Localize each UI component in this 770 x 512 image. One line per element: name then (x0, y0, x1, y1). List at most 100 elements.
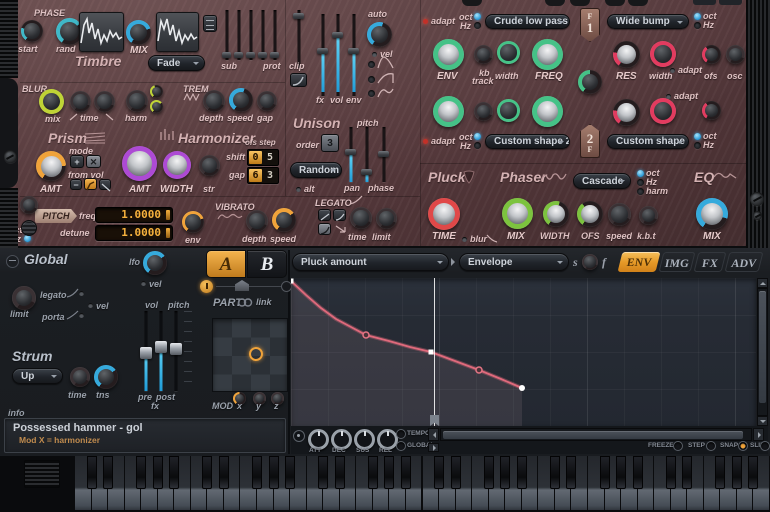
phase-start-knob[interactable] (21, 20, 43, 42)
part-b-button[interactable]: B (247, 250, 287, 278)
filter1-kbtrack-knob[interactable] (474, 45, 493, 64)
global-checkbox[interactable] (396, 441, 406, 451)
piano-black-key[interactable] (484, 456, 494, 489)
tempo-checkbox[interactable] (396, 429, 406, 439)
bezel-ribbed-button[interactable] (21, 220, 37, 236)
piano-black-key[interactable] (219, 456, 229, 489)
piano-black-key[interactable] (517, 456, 527, 489)
sub-slider-3[interactable] (246, 10, 255, 60)
piano-black-key[interactable] (269, 456, 279, 489)
legato-mode-button-1[interactable] (318, 209, 331, 221)
limit-knob[interactable] (12, 286, 36, 310)
global-vel-led[interactable] (88, 303, 93, 308)
harmonizer-str-knob[interactable] (199, 155, 220, 176)
filter1-adapt-led[interactable] (423, 19, 428, 24)
timbre-waveform-display-1[interactable] (79, 12, 124, 52)
tab-adv[interactable]: ADV (725, 252, 764, 272)
piano-black-key[interactable] (318, 456, 328, 489)
clip-slider[interactable] (293, 10, 304, 68)
harmonizer-shift-display[interactable]: 0 5 (247, 149, 279, 166)
piano-black-key[interactable] (715, 456, 725, 489)
phaser-kbt-knob[interactable] (639, 206, 658, 225)
filter1-width-b-knob[interactable] (650, 41, 676, 67)
slide-checkbox[interactable] (760, 441, 770, 451)
piano-black-key[interactable] (633, 456, 643, 489)
filter1-width-knob[interactable] (497, 41, 520, 64)
smooth-knob[interactable] (582, 254, 598, 270)
piano-black-key[interactable] (368, 456, 378, 489)
editor-view-dropdown[interactable]: Envelope (459, 253, 569, 271)
filter1-shape-b-dropdown[interactable]: Wide bump (607, 14, 689, 29)
filter2-hz-b-radio[interactable] (694, 142, 701, 149)
envelope-enable-led[interactable] (293, 430, 305, 442)
piano-black-key[interactable] (566, 456, 576, 489)
phaser-width-knob[interactable] (543, 201, 569, 227)
filter1-hz-radio[interactable] (474, 22, 481, 29)
filter2-shape-b-dropdown[interactable]: Custom shape 2 (607, 134, 689, 149)
env-slider[interactable] (348, 14, 359, 96)
bezel-omega-knob[interactable] (20, 196, 38, 214)
auto-knob[interactable] (367, 22, 392, 47)
porta-led[interactable] (79, 313, 84, 318)
vel-curve-radio-3[interactable] (368, 90, 375, 97)
eq-mix-knob[interactable] (696, 198, 728, 230)
mod-xy-pad[interactable] (212, 318, 288, 392)
filter2-ofs-knob[interactable] (702, 101, 721, 120)
graph-vscrollbar[interactable] (757, 288, 768, 416)
filter2-env-knob[interactable] (433, 96, 464, 127)
filter1-freq-knob[interactable] (532, 39, 563, 70)
blur-harm-knob[interactable] (126, 90, 148, 112)
filter1-oct-radio[interactable] (474, 13, 481, 20)
graph-hscrollbar[interactable] (440, 428, 752, 441)
phaser-hz-radio[interactable] (637, 179, 644, 186)
piano-black-key[interactable] (136, 456, 146, 489)
legato-limit-knob[interactable] (376, 208, 397, 229)
piano-black-key[interactable] (748, 456, 758, 489)
piano-black-key[interactable] (500, 456, 510, 489)
tab-img[interactable]: IMG (659, 252, 696, 272)
post-fx-volume-slider[interactable] (155, 311, 167, 391)
unison-mode-dropdown[interactable]: Random (290, 162, 342, 178)
envelope-curve[interactable] (291, 278, 756, 426)
sub-slider-1[interactable] (222, 10, 231, 60)
timbre-waveform-display-2[interactable] (156, 12, 199, 52)
fx-slider[interactable] (317, 14, 328, 96)
sub-slider-4[interactable] (258, 10, 267, 60)
piano-black-key[interactable] (285, 456, 295, 489)
pluck-time-knob[interactable] (428, 198, 460, 230)
piano-black-key[interactable] (451, 456, 461, 489)
envelope-point[interactable] (519, 385, 525, 391)
lfo-knob[interactable] (143, 251, 167, 275)
filter1-hz-b-radio[interactable] (694, 22, 701, 29)
vibrato-depth-knob[interactable] (246, 210, 268, 232)
strum-time-knob[interactable] (70, 367, 90, 387)
vel-curve-radio-2[interactable] (368, 76, 375, 83)
phaser-mode-dropdown[interactable]: Cascade (573, 173, 631, 189)
filter2-oct-radio[interactable] (474, 133, 481, 140)
piano-black-key[interactable] (252, 456, 262, 489)
filter2-freq-knob[interactable] (532, 96, 563, 127)
prot-slider[interactable] (270, 10, 279, 60)
filter2-hz-radio[interactable] (474, 142, 481, 149)
piano-black-key[interactable] (682, 456, 692, 489)
filter1-shape-a-dropdown[interactable]: Crude low pass (485, 14, 570, 29)
prism-mode-x-button[interactable]: ✕ (86, 155, 101, 168)
filter1-res-knob[interactable] (613, 41, 640, 68)
phaser-speed-knob[interactable] (608, 203, 631, 226)
piano-black-key[interactable] (666, 456, 676, 489)
part-power-button[interactable] (200, 280, 213, 293)
piano-black-key[interactable] (103, 456, 113, 489)
piano-black-key[interactable] (616, 456, 626, 489)
piano-keyboard[interactable] (75, 456, 770, 510)
filter2-shape-a-dropdown[interactable]: Custom shape 2 (485, 134, 570, 149)
phaser-harm-radio[interactable] (637, 188, 644, 195)
strum-tns-knob[interactable] (94, 365, 118, 389)
pitch-ribbon[interactable] (24, 460, 60, 488)
filter1-osc-knob[interactable] (726, 45, 745, 64)
pitch-hz-radio[interactable] (24, 235, 31, 242)
filter2-adapt-b-led[interactable] (666, 94, 671, 99)
piano-black-key[interactable] (384, 456, 394, 489)
filter1-ofs-knob[interactable] (702, 45, 721, 64)
tab-env[interactable]: ENV (618, 252, 661, 272)
prism-minus-button[interactable]: − (70, 179, 82, 190)
